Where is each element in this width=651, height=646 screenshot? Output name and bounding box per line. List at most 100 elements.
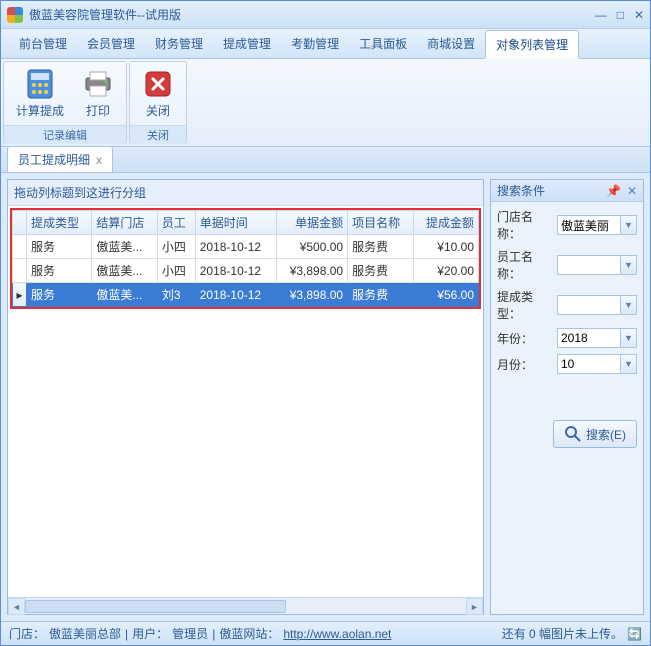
group-by-hint[interactable]: 拖动列标题到这进行分组 [8,180,483,206]
menu-front[interactable]: 前台管理 [9,29,77,58]
col-emp[interactable]: 员工 [157,211,195,235]
emp-label: 员工名称： [497,248,553,282]
calculator-icon [24,68,56,100]
cell-emp: 小四 [157,235,195,259]
cell-item: 服务费 [348,283,413,307]
cell-emp: 小四 [157,259,195,283]
table-row[interactable]: 服务 傲蓝美... 小四 2018-10-12 ¥500.00 服务费 ¥10.… [13,235,479,259]
ribbon-group-record-label: 记录编辑 [4,125,126,144]
ribbon: 计算提成 打印 记录编辑 关闭 关闭 [1,59,650,147]
status-user-label: 用户： [132,625,168,642]
search-button[interactable]: 搜索(E) [553,420,637,448]
statusbar: 门店： 傲蓝美丽总部 | 用户： 管理员 | 傲蓝网站： http://www.… [1,621,650,645]
menu-commission[interactable]: 提成管理 [213,29,281,58]
tab-close-icon[interactable]: x [96,153,102,167]
ribbon-group-record: 计算提成 打印 记录编辑 [3,61,127,144]
grid-table-wrap: 提成类型 结算门店 员工 单据时间 单据金额 项目名称 提成金额 服务 傲蓝美.… [10,208,481,309]
chevron-down-icon[interactable]: ▼ [620,256,636,274]
calc-commission-label: 计算提成 [16,102,64,119]
pin-icon[interactable]: 📌 [606,184,621,198]
row-indicator: ▸ [13,283,27,307]
search-button-label: 搜索(E) [586,426,626,443]
col-item[interactable]: 项目名称 [348,211,413,235]
refresh-icon[interactable]: 🔄 [627,627,642,641]
commission-table: 提成类型 结算门店 员工 单据时间 单据金额 项目名称 提成金额 服务 傲蓝美.… [12,210,479,307]
calc-commission-button[interactable]: 计算提成 [12,66,68,121]
cell-type: 服务 [27,235,92,259]
cell-store: 傲蓝美... [92,235,157,259]
titlebar: 傲蓝美容院管理软件--试用版 — □ ✕ [1,1,650,29]
col-store[interactable]: 结算门店 [92,211,157,235]
cell-amount: ¥500.00 [276,235,348,259]
tabstrip: 员工提成明细 x [1,147,650,173]
menu-tools[interactable]: 工具面板 [349,29,417,58]
status-store-label: 门店： [9,625,45,642]
chevron-down-icon[interactable]: ▼ [620,216,636,234]
cell-commission: ¥56.00 [413,283,478,307]
status-site-link[interactable]: http://www.aolan.net [283,627,391,641]
status-store: 傲蓝美丽总部 [49,625,121,642]
col-indicator [13,211,27,235]
menu-mall[interactable]: 商城设置 [417,29,485,58]
menu-attendance[interactable]: 考勤管理 [281,29,349,58]
tab-commission-detail[interactable]: 员工提成明细 x [7,146,113,172]
cell-amount: ¥3,898.00 [276,283,348,307]
scroll-thumb[interactable] [25,600,286,613]
close-label: 关闭 [146,102,170,119]
cell-type: 服务 [27,259,92,283]
grid-panel: 拖动列标题到这进行分组 提成类型 结算门店 员工 单据时间 单据金额 项目名称 … [7,179,484,615]
search-panel-title: 搜索条件 [497,182,545,199]
row-indicator [13,259,27,283]
year-select[interactable]: 2018▼ [557,328,637,348]
month-label: 月份： [497,356,553,373]
horizontal-scrollbar[interactable]: ◄ ► [8,597,483,614]
store-select[interactable]: 傲蓝美丽▼ [557,215,637,235]
cell-commission: ¥20.00 [413,259,478,283]
scroll-left-arrow-icon[interactable]: ◄ [8,598,25,615]
search-panel: 搜索条件 📌 ✕ 门店名称： 傲蓝美丽▼ 员工名称： ▼ 提成类型： ▼ [490,179,644,615]
status-site-label: 傲蓝网站： [219,625,279,642]
magnifier-icon [564,425,582,443]
table-row[interactable]: 服务 傲蓝美... 小四 2018-10-12 ¥3,898.00 服务费 ¥2… [13,259,479,283]
menu-objectlist[interactable]: 对象列表管理 [485,30,579,59]
cell-amount: ¥3,898.00 [276,259,348,283]
cell-date: 2018-10-12 [195,259,276,283]
panel-close-icon[interactable]: ✕ [627,184,637,198]
cell-emp: 刘3 [157,283,195,307]
close-window-button[interactable]: ✕ [634,8,644,22]
status-upload-text: 还有 0 幅图片未上传。 [502,625,623,642]
emp-select[interactable]: ▼ [557,255,637,275]
close-button[interactable]: 关闭 [138,66,178,121]
cell-item: 服务费 [348,259,413,283]
cell-commission: ¥10.00 [413,235,478,259]
col-amount[interactable]: 单据金额 [276,211,348,235]
menu-finance[interactable]: 财务管理 [145,29,213,58]
cell-date: 2018-10-12 [195,235,276,259]
chevron-down-icon[interactable]: ▼ [620,355,636,373]
search-panel-header: 搜索条件 📌 ✕ [491,180,643,202]
cell-store: 傲蓝美... [92,259,157,283]
row-indicator [13,235,27,259]
col-commission[interactable]: 提成金额 [413,211,478,235]
cell-date: 2018-10-12 [195,283,276,307]
scroll-right-arrow-icon[interactable]: ► [466,598,483,615]
store-label: 门店名称： [497,208,553,242]
chevron-down-icon[interactable]: ▼ [620,329,636,347]
maximize-button[interactable]: □ [617,8,624,22]
cell-item: 服务费 [348,235,413,259]
menu-member[interactable]: 会员管理 [77,29,145,58]
cell-store: 傲蓝美... [92,283,157,307]
print-button[interactable]: 打印 [78,66,118,121]
col-date[interactable]: 单据时间 [195,211,276,235]
year-label: 年份： [497,330,553,347]
month-select[interactable]: 10▼ [557,354,637,374]
table-row[interactable]: ▸ 服务 傲蓝美... 刘3 2018-10-12 ¥3,898.00 服务费 … [13,283,479,307]
ribbon-group-close: 关闭 关闭 [129,61,187,144]
type-label: 提成类型： [497,288,553,322]
app-logo-icon [7,7,23,23]
window-title: 傲蓝美容院管理软件--试用版 [29,6,181,23]
type-select[interactable]: ▼ [557,295,637,315]
minimize-button[interactable]: — [595,8,607,22]
chevron-down-icon[interactable]: ▼ [620,296,636,314]
col-type[interactable]: 提成类型 [27,211,92,235]
